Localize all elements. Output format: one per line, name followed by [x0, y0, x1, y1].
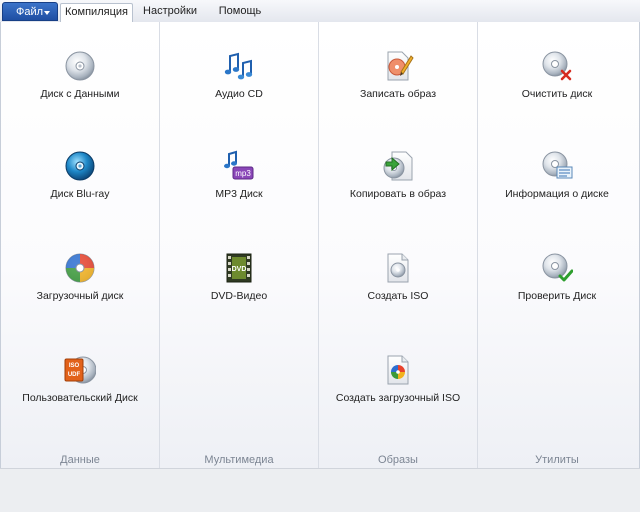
iso-udf-disc-icon: ISO UDF: [64, 356, 96, 384]
burn-image-icon: [387, 51, 414, 81]
item-label: Пользовательский Диск: [22, 392, 138, 404]
disc-info-icon: [542, 151, 573, 179]
copy-to-image-icon: [383, 151, 413, 181]
group-label: Мультимедиа: [204, 454, 274, 466]
item-label: Загрузочный диск: [36, 290, 124, 302]
ribbon-panel: Диск с Данными Диск Blu-ray Загрузочный …: [0, 22, 640, 469]
tab-help[interactable]: Помощь: [216, 3, 264, 22]
item-label: Диск с Данными: [40, 88, 120, 100]
group-images: Записать образ Копировать в образ Создат…: [319, 22, 478, 468]
erase-disc-button[interactable]: Очистить диск: [478, 50, 636, 120]
bluray-disc-button[interactable]: Диск Blu-ray: [1, 150, 159, 220]
create-boot-iso-button[interactable]: Создать загрузочный ISO: [319, 354, 477, 424]
tab-settings[interactable]: Настройки: [140, 3, 200, 22]
boot-disc-button[interactable]: Загрузочный диск: [1, 252, 159, 322]
ribbon-tab-bar: Файл Компиляция Настройки Помощь: [0, 0, 640, 23]
item-label: MP3 Диск: [215, 188, 263, 200]
data-disc-button[interactable]: Диск с Данными: [1, 50, 159, 120]
mp3-disc-button[interactable]: mp3 MP3 Диск: [160, 150, 318, 220]
burn-image-button[interactable]: Записать образ: [319, 50, 477, 120]
item-label: Очистить диск: [521, 88, 593, 100]
item-label: Аудио CD: [215, 88, 263, 100]
item-label: Копировать в образ: [349, 188, 447, 200]
disc-info-button[interactable]: Информация о диске: [478, 150, 636, 220]
music-notes-icon: [224, 52, 253, 80]
iso-file-icon: [387, 253, 409, 283]
file-menu-label: Файл: [16, 6, 44, 18]
disc-icon: [65, 51, 95, 81]
iso-text: ISO: [69, 363, 80, 369]
status-area: [0, 468, 640, 512]
udf-text: UDF: [68, 372, 81, 378]
item-label: Проверить Диск: [517, 290, 597, 302]
custom-disc-button[interactable]: ISO UDF Пользовательский Диск: [1, 354, 159, 424]
verify-disc-button[interactable]: Проверить Диск: [478, 252, 636, 322]
dvd-text: DVD: [232, 266, 247, 273]
tab-compilation[interactable]: Компиляция: [60, 3, 133, 23]
group-label: Данные: [60, 454, 100, 466]
item-label: Создать загрузочный ISO: [335, 392, 461, 404]
erase-disc-icon: [542, 51, 572, 81]
verify-disc-icon: [542, 253, 573, 282]
group-data: Диск с Данными Диск Blu-ray Загрузочный …: [1, 22, 160, 468]
audio-cd-button[interactable]: Аудио CD: [160, 50, 318, 120]
boot-iso-file-icon: [387, 355, 409, 385]
create-iso-button[interactable]: Создать ISO: [319, 252, 477, 322]
group-label: Утилиты: [535, 454, 579, 466]
boot-disc-icon: [65, 253, 95, 283]
mp3-notes-icon: mp3: [224, 150, 254, 180]
item-label: Записать образ: [359, 88, 437, 100]
file-menu-button[interactable]: Файл: [2, 2, 58, 21]
bluray-disc-icon: [65, 151, 95, 181]
group-utilities: Очистить диск Информация о диске Провери…: [478, 22, 636, 468]
group-multimedia: Аудио CD mp3 MP3 Диск DVD DVD-Видео Муль…: [160, 22, 319, 468]
item-label: Диск Blu-ray: [50, 188, 110, 200]
item-label: DVD-Видео: [210, 290, 268, 302]
item-label: Информация о диске: [505, 188, 609, 200]
mp3-text: mp3: [235, 169, 251, 178]
group-label: Образы: [378, 454, 418, 466]
film-strip-icon: DVD: [226, 253, 252, 283]
chevron-down-icon: [44, 11, 50, 15]
copy-to-image-button[interactable]: Копировать в образ: [319, 150, 477, 220]
item-label: Создать ISO: [367, 290, 429, 302]
dvd-video-button[interactable]: DVD DVD-Видео: [160, 252, 318, 322]
